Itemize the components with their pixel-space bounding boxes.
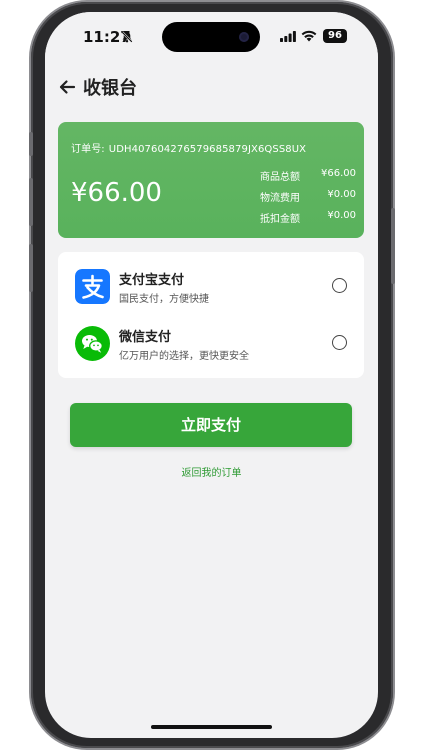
- breakdown-label: 商品总额: [260, 172, 300, 183]
- camera-icon: [239, 32, 249, 42]
- payment-option-desc: 亿万用户的选择，更快更安全: [119, 351, 249, 362]
- breakdown-value: ¥66.00: [321, 168, 356, 179]
- breakdown-row: 物流费用 ¥0.00: [260, 189, 356, 210]
- power-button: [391, 208, 395, 284]
- cellular-signal-icon: [280, 31, 296, 42]
- breakdown-label: 抵扣金额: [260, 214, 300, 225]
- order-summary-card: 订单号: UDH407604276579685879JX6QSS8UX ¥66.0…: [58, 122, 364, 238]
- page-header: 收银台: [45, 72, 378, 104]
- order-number-value: UDH407604276579685879JX6QSS8UX: [108, 144, 307, 155]
- payment-option-name: 微信支付: [119, 330, 172, 345]
- volume-down-button: [29, 244, 33, 292]
- battery-icon: 96: [323, 29, 347, 43]
- home-indicator: [151, 725, 272, 729]
- breakdown-row: 抵扣金额 ¥0.00: [260, 210, 356, 231]
- order-total-amount: ¥66.00: [71, 178, 162, 208]
- screen: 11:27 96 收银台 订单号: UDH407604276579685879J…: [45, 12, 378, 738]
- status-bar: 11:27 96: [45, 12, 378, 60]
- volume-up-button: [29, 178, 33, 226]
- bell-muted-icon: [121, 31, 133, 43]
- order-number: 订单号: UDH407604276579685879JX6QSS8UX: [71, 140, 306, 155]
- breakdown-value: ¥0.00: [327, 210, 356, 221]
- payment-option-alipay[interactable]: 支付宝支付 国民支付，方便快捷: [58, 264, 364, 308]
- alipay-radio[interactable]: [332, 278, 347, 293]
- wechat-radio[interactable]: [332, 335, 347, 350]
- dynamic-island: [162, 22, 260, 52]
- back-to-orders-link[interactable]: 返回我的订单: [45, 464, 378, 479]
- breakdown-value: ¥0.00: [327, 189, 356, 200]
- wechat-pay-icon: [75, 326, 110, 361]
- payment-option-desc: 国民支付，方便快捷: [119, 294, 209, 305]
- payment-option-wechat[interactable]: 微信支付 亿万用户的选择，更快更安全: [58, 321, 364, 365]
- breakdown-row: 商品总额 ¥66.00: [260, 168, 356, 189]
- payment-methods-card: 支付宝支付 国民支付，方便快捷 微信支付 亿万用户的选择，更快更安全: [58, 252, 364, 378]
- wifi-icon: [301, 30, 317, 42]
- pay-now-button[interactable]: 立即支付: [70, 403, 352, 447]
- breakdown-label: 物流费用: [260, 193, 300, 204]
- arrow-left-icon[interactable]: [58, 78, 76, 96]
- order-breakdown: 商品总额 ¥66.00 物流费用 ¥0.00 抵扣金额 ¥0.00: [260, 168, 356, 231]
- payment-option-name: 支付宝支付: [119, 273, 185, 288]
- alipay-icon: [75, 269, 110, 304]
- silent-switch: [29, 132, 33, 156]
- order-number-label: 订单号:: [71, 144, 105, 155]
- page-title: 收银台: [83, 78, 137, 99]
